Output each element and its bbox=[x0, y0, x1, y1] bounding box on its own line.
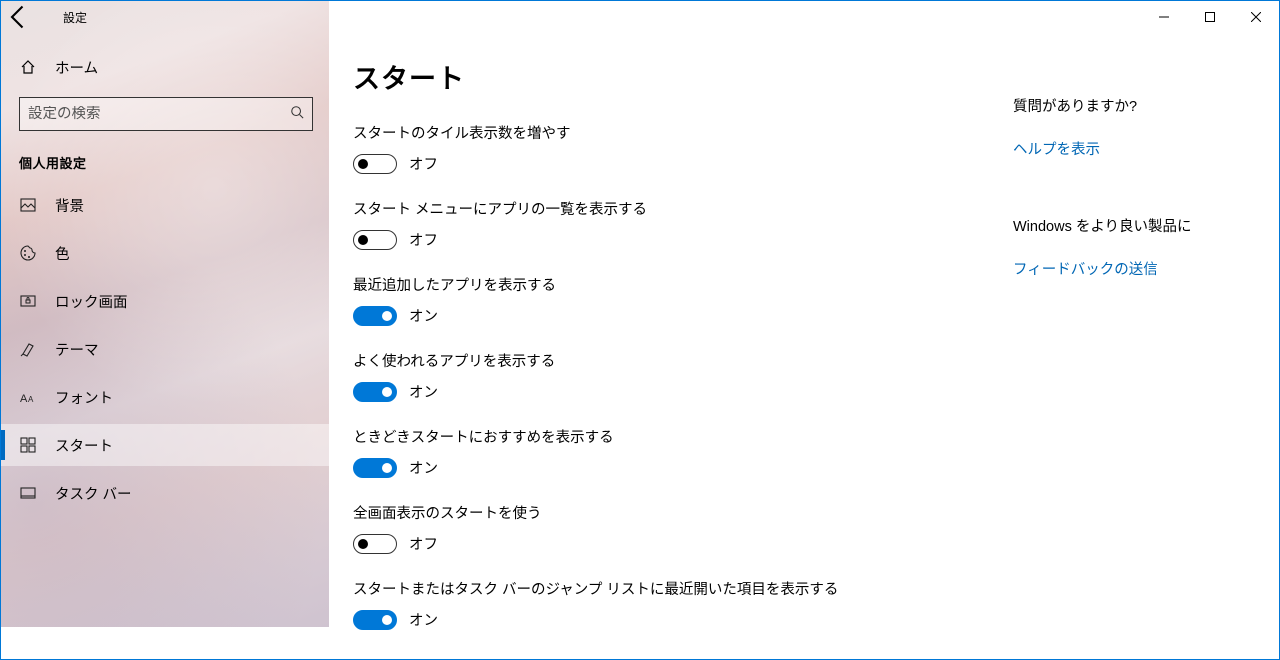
setting-label: 最近追加したアプリを表示する bbox=[353, 274, 993, 295]
setting-most_used: よく使われるアプリを表示するオン bbox=[353, 350, 993, 402]
main: スタート スタートのタイル表示数を増やすオフスタート メニューにアプリの一覧を表… bbox=[329, 33, 1279, 659]
content: スタート スタートのタイル表示数を増やすオフスタート メニューにアプリの一覧を表… bbox=[353, 57, 993, 659]
page-title: スタート bbox=[353, 57, 993, 96]
sidebar-item-label: ホーム bbox=[55, 57, 98, 78]
search-box[interactable] bbox=[19, 97, 313, 131]
svg-text:A: A bbox=[20, 393, 28, 405]
setting-suggestions: ときどきスタートにおすすめを表示するオン bbox=[353, 426, 993, 478]
toggle-app_list[interactable] bbox=[353, 230, 397, 250]
help-link[interactable]: ヘルプを表示 bbox=[1013, 138, 1100, 159]
sidebar-item-label: 背景 bbox=[55, 195, 84, 216]
sidebar-item-label: テーマ bbox=[55, 339, 99, 360]
lock-icon bbox=[19, 293, 37, 309]
sidebar-item-lock[interactable]: ロック画面 bbox=[1, 280, 329, 322]
sidebar-item-label: 色 bbox=[55, 243, 70, 264]
colors-icon bbox=[19, 245, 37, 261]
window-title: 設定 bbox=[63, 9, 87, 26]
toggle-state-label: オン bbox=[409, 305, 438, 326]
sidebar-item-colors[interactable]: 色 bbox=[1, 232, 329, 274]
toggle-state-label: オフ bbox=[409, 153, 438, 174]
toggle-state-label: オフ bbox=[409, 533, 438, 554]
sidebar-item-fonts[interactable]: AA フォント bbox=[1, 376, 329, 418]
sidebar: ホーム 個人用設定 背景色ロック画面テーマ AA フォントスタートタスク バー bbox=[1, 1, 329, 627]
sidebar-item-start[interactable]: スタート bbox=[1, 424, 329, 466]
themes-icon bbox=[19, 341, 37, 357]
toggle-state-label: オフ bbox=[409, 229, 438, 250]
setting-label: 全画面表示のスタートを使う bbox=[353, 502, 993, 523]
setting-label: スタートのタイル表示数を増やす bbox=[353, 122, 993, 143]
improve-title: Windows をより良い製品に bbox=[1013, 215, 1259, 236]
setting-label: スタートまたはタスク バーのジャンプ リストに最近開いた項目を表示する bbox=[353, 578, 993, 599]
toggle-state-label: オン bbox=[409, 609, 438, 630]
setting-label: よく使われるアプリを表示する bbox=[353, 350, 993, 371]
maximize-button[interactable] bbox=[1187, 1, 1233, 33]
back-button[interactable] bbox=[5, 5, 33, 29]
setting-jumplists: スタートまたはタスク バーのジャンプ リストに最近開いた項目を表示するオン bbox=[353, 578, 993, 630]
sidebar-item-background[interactable]: 背景 bbox=[1, 184, 329, 226]
svg-text:A: A bbox=[28, 395, 34, 404]
setting-fullscreen: 全画面表示のスタートを使うオフ bbox=[353, 502, 993, 554]
titlebar: 設定 bbox=[1, 1, 1279, 33]
setting-recent_apps: 最近追加したアプリを表示するオン bbox=[353, 274, 993, 326]
minimize-button[interactable] bbox=[1141, 1, 1187, 33]
setting-app_list: スタート メニューにアプリの一覧を表示するオフ bbox=[353, 198, 993, 250]
setting-more_tiles: スタートのタイル表示数を増やすオフ bbox=[353, 122, 993, 174]
toggle-state-label: オン bbox=[409, 381, 438, 402]
toggle-suggestions[interactable] bbox=[353, 458, 397, 478]
setting-label: スタート メニューにアプリの一覧を表示する bbox=[353, 198, 993, 219]
sidebar-item-label: フォント bbox=[55, 387, 113, 408]
body: ホーム 個人用設定 背景色ロック画面テーマAAフォントスタートタスク バー bbox=[1, 33, 1279, 659]
background-icon bbox=[19, 197, 37, 213]
search-icon bbox=[290, 105, 304, 124]
question-title: 質問がありますか? bbox=[1013, 95, 1259, 116]
taskbar-icon bbox=[19, 485, 37, 501]
sidebar-item-label: ロック画面 bbox=[55, 291, 128, 312]
search-wrap bbox=[19, 97, 315, 131]
settings-window: 設定 ホーム bbox=[0, 0, 1280, 660]
sidebar-item-home[interactable]: ホーム bbox=[1, 47, 329, 87]
search-input[interactable] bbox=[28, 106, 290, 122]
right-panel: 質問がありますか? ヘルプを表示 Windows をより良い製品に フィードバッ… bbox=[1013, 57, 1259, 659]
home-icon bbox=[19, 59, 37, 75]
toggle-jumplists[interactable] bbox=[353, 610, 397, 630]
sidebar-item-label: タスク バー bbox=[55, 483, 132, 504]
fonts-icon: AA bbox=[19, 389, 37, 405]
toggle-more_tiles[interactable] bbox=[353, 154, 397, 174]
toggle-fullscreen[interactable] bbox=[353, 534, 397, 554]
sidebar-item-themes[interactable]: テーマ bbox=[1, 328, 329, 370]
start-icon bbox=[19, 437, 37, 453]
sidebar-group-title: 個人用設定 bbox=[1, 139, 329, 178]
setting-label: ときどきスタートにおすすめを表示する bbox=[353, 426, 993, 447]
toggle-most_used[interactable] bbox=[353, 382, 397, 402]
sidebar-item-label: スタート bbox=[55, 435, 113, 456]
toggle-state-label: オン bbox=[409, 457, 438, 478]
toggle-recent_apps[interactable] bbox=[353, 306, 397, 326]
sidebar-item-taskbar[interactable]: タスク バー bbox=[1, 472, 329, 514]
close-button[interactable] bbox=[1233, 1, 1279, 33]
feedback-link[interactable]: フィードバックの送信 bbox=[1013, 258, 1158, 279]
